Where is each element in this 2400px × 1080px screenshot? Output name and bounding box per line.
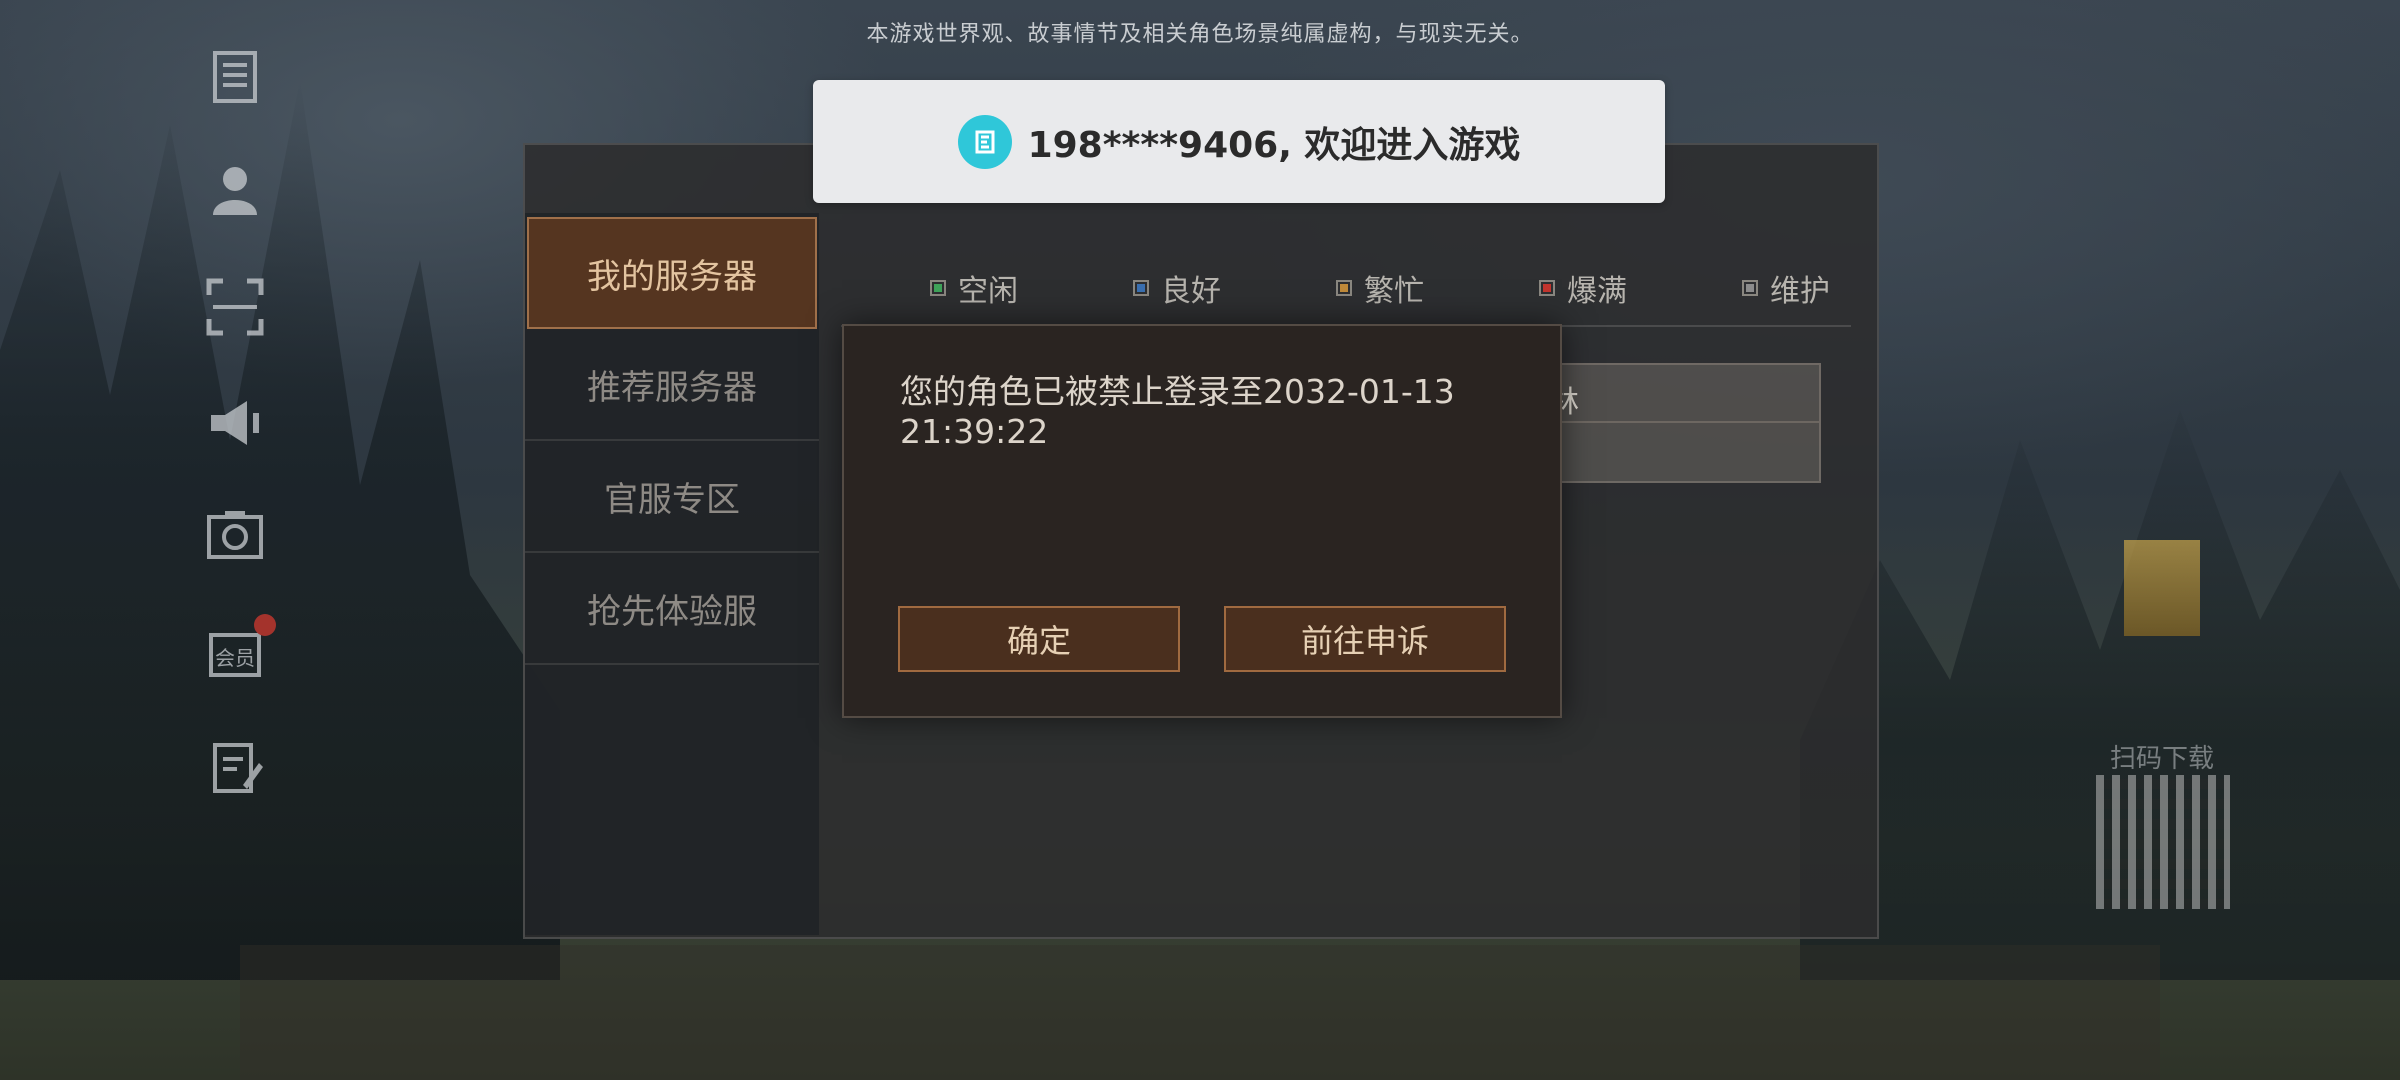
tab-early-access-servers[interactable]: 抢先体验服 bbox=[525, 553, 819, 665]
welcome-toast: 198****9406, 欢迎进入游戏 bbox=[813, 80, 1665, 203]
member-icon[interactable]: 会员 bbox=[190, 610, 280, 692]
download-qr-code bbox=[2096, 775, 2230, 909]
tab-label: 推荐服务器 bbox=[587, 367, 757, 408]
member-icon-text: 会员 bbox=[215, 646, 255, 670]
legend-good: 良好 bbox=[1133, 266, 1221, 310]
login-ban-dialog: 您的角色已被禁止登录至2032-01-13 21:39:22 确定 前往申诉 bbox=[842, 324, 1562, 718]
legend-label: 繁忙 bbox=[1364, 274, 1424, 309]
scan-icon[interactable] bbox=[190, 266, 280, 348]
tab-label: 官服专区 bbox=[604, 479, 740, 520]
account-logo-icon bbox=[957, 114, 1012, 169]
legend-full: 爆满 bbox=[1539, 266, 1627, 310]
legend-swatch bbox=[1539, 280, 1555, 296]
appeal-button[interactable]: 前往申诉 bbox=[1224, 606, 1506, 672]
legend-swatch bbox=[1742, 280, 1758, 296]
qr-label: 扫码下载 bbox=[2110, 744, 2215, 774]
legend-idle: 空闲 bbox=[930, 266, 1018, 310]
notification-dot bbox=[254, 614, 276, 636]
button-label: 前往申诉 bbox=[1300, 622, 1429, 660]
legend-busy: 繁忙 bbox=[1336, 266, 1424, 310]
tab-my-servers[interactable]: 我的服务器 bbox=[527, 217, 817, 329]
legend-swatch bbox=[930, 280, 946, 296]
tab-recommended-servers[interactable]: 推荐服务器 bbox=[525, 329, 819, 441]
legend-swatch bbox=[1133, 280, 1149, 296]
ban-message: 您的角色已被禁止登录至2032-01-13 21:39:22 bbox=[900, 372, 1455, 451]
announcement-icon[interactable] bbox=[190, 382, 280, 464]
account-icon[interactable] bbox=[190, 148, 280, 230]
legend-label: 空闲 bbox=[958, 274, 1018, 309]
confirm-button[interactable]: 确定 bbox=[898, 606, 1180, 672]
server-tabs: 我的服务器 推荐服务器 官服专区 抢先体验服 bbox=[525, 213, 819, 935]
legend-label: 良好 bbox=[1161, 274, 1221, 309]
toast-text: 198****9406, 欢迎进入游戏 bbox=[1027, 124, 1521, 166]
disclaimer-text: 本游戏世界观、故事情节及相关角色场景纯属虚构，与现实无关。 bbox=[866, 22, 1534, 47]
notice-board-icon[interactable] bbox=[190, 36, 280, 118]
camera-icon[interactable] bbox=[190, 494, 280, 576]
button-label: 确定 bbox=[1006, 622, 1071, 660]
server-status-legend: 空闲 良好 繁忙 爆满 维护 bbox=[930, 263, 1830, 313]
legend-swatch bbox=[1336, 280, 1352, 296]
tab-label: 抢先体验服 bbox=[587, 591, 757, 632]
survey-icon[interactable] bbox=[190, 726, 280, 808]
tab-official-servers[interactable]: 官服专区 bbox=[525, 441, 819, 553]
promo-badge[interactable] bbox=[2124, 540, 2200, 636]
tab-label: 我的服务器 bbox=[587, 256, 757, 297]
legend-label: 维护 bbox=[1770, 274, 1830, 309]
legend-label: 爆满 bbox=[1567, 274, 1627, 309]
legend-maintenance: 维护 bbox=[1742, 266, 1830, 310]
license-footer bbox=[240, 945, 2160, 1080]
